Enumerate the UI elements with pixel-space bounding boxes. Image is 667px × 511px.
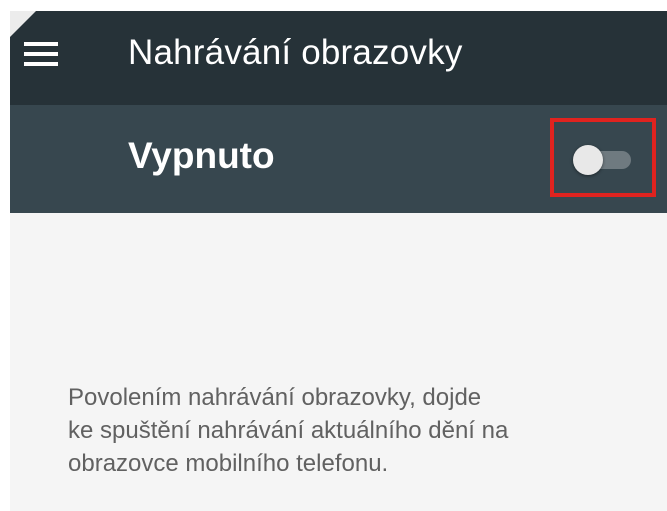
description-line-1: Povolením nahrávání obrazovky, dojde [68, 384, 482, 411]
screen-recording-settings: Nahrávání obrazovky Vypnuto Povolením na… [10, 11, 667, 511]
screen-recording-toggle[interactable] [573, 145, 635, 175]
description-line-3: obrazovce mobilního telefonu. [68, 450, 389, 477]
menu-line-bottom [24, 62, 58, 66]
menu-line-top [24, 42, 58, 46]
corner-fold-decoration [10, 11, 36, 37]
switch-thumb [573, 145, 603, 175]
hamburger-menu-icon[interactable] [24, 42, 58, 66]
menu-line-middle [24, 52, 58, 56]
master-switch-bar[interactable]: Vypnuto [10, 105, 667, 213]
page-title: Nahrávání obrazovky [128, 33, 463, 72]
description-line-2: ke spuštění nahrávání aktuálního dění na [68, 417, 509, 444]
app-bar: Nahrávání obrazovky [10, 11, 667, 105]
switch-status-label: Vypnuto [128, 135, 275, 176]
description-text: Povolením nahrávání obrazovky, dojde ke … [68, 381, 648, 480]
